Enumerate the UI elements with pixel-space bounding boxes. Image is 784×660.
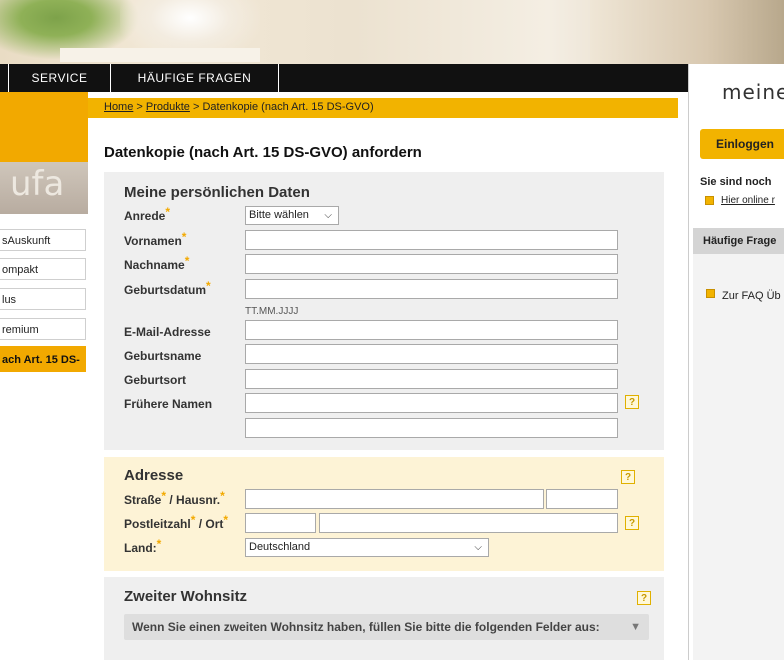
land-label: Land:* xyxy=(124,537,162,555)
breadcrumb-current: Datenkopie (nach Art. 15 DS-GVO) xyxy=(202,101,374,113)
photo-desk xyxy=(60,48,260,62)
required-star: * xyxy=(156,537,162,551)
login-status-text: Sie sind noch xyxy=(700,176,772,188)
required-star: * xyxy=(181,230,187,244)
fruehere-namen-label: Frühere Namen xyxy=(124,397,213,411)
nav-item-haeufige-fragen[interactable]: HÄUFIGE FRAGEN xyxy=(111,64,279,92)
geburtsdatum-label: Geburtsdatum* xyxy=(124,279,211,297)
nachname-input[interactable] xyxy=(245,254,618,274)
help-icon[interactable]: ? xyxy=(621,470,635,484)
second-residence-title: Zweiter Wohnsitz xyxy=(124,588,248,605)
strasse-hausnr-label: Straße* / Hausnr.* xyxy=(124,489,225,507)
left-accent-bar xyxy=(0,92,88,162)
nachname-label: Nachname* xyxy=(124,254,190,272)
anrede-label: Anrede* xyxy=(124,205,171,223)
vorname-input[interactable] xyxy=(245,230,618,250)
second-residence-toggle[interactable]: Wenn Sie einen zweiten Wohnsitz haben, f… xyxy=(124,614,649,640)
breadcrumb-home[interactable]: Home xyxy=(104,101,133,113)
fruehere-namen-input-2[interactable] xyxy=(245,418,618,438)
sidebar-item-plus[interactable]: lus xyxy=(0,288,86,310)
chevron-down-icon: ⌵ xyxy=(324,210,332,221)
main-nav: SERVICE HÄUFIGE FRAGEN xyxy=(0,64,690,92)
breadcrumb-separator: > xyxy=(189,101,203,113)
plz-ort-label: Postleitzahl* / Ort* xyxy=(124,513,229,531)
geburtsort-input[interactable] xyxy=(245,369,618,389)
anrede-select[interactable]: Bitte wählen ⌵ xyxy=(245,206,339,225)
hausnr-input[interactable] xyxy=(546,489,618,509)
page-title: Datenkopie (nach Art. 15 DS-GVO) anforde… xyxy=(104,144,422,161)
geburtsname-label: Geburtsname xyxy=(124,349,202,363)
triangle-down-icon: ▼ xyxy=(630,621,641,633)
breadcrumb: Home > Produkte > Datenkopie (nach Art. … xyxy=(88,98,678,118)
strasse-input[interactable] xyxy=(245,489,544,509)
faq-header: Häufige Frage xyxy=(693,228,784,254)
fruehere-namen-input-1[interactable] xyxy=(245,393,618,413)
sidebar-logo-text: ufa xyxy=(10,164,65,204)
land-value: Deutschland xyxy=(249,541,311,553)
help-icon[interactable]: ? xyxy=(637,591,651,605)
plz-input[interactable] xyxy=(245,513,316,533)
address-section-title: Adresse xyxy=(124,467,184,484)
required-star: * xyxy=(161,489,167,503)
geburtsdatum-input[interactable] xyxy=(245,279,618,299)
required-star: * xyxy=(206,279,211,293)
required-star: * xyxy=(190,513,196,527)
geburtsdatum-hint: TT.MM.JJJJ xyxy=(245,306,299,317)
sidebar-item-datenkopie[interactable]: ach Art. 15 DS- xyxy=(0,346,86,372)
anrede-value: Bitte wählen xyxy=(249,209,309,221)
chevron-down-icon: ⌵ xyxy=(474,542,482,553)
email-input[interactable] xyxy=(245,320,618,340)
header-photo xyxy=(0,0,784,64)
nav-item-service[interactable]: SERVICE xyxy=(9,64,111,92)
required-star: * xyxy=(220,489,225,503)
sidebar-item-premium[interactable]: remium xyxy=(0,318,86,340)
geburtsort-label: Geburtsort xyxy=(124,373,187,387)
help-icon[interactable]: ? xyxy=(625,516,639,530)
required-star: * xyxy=(223,513,229,527)
vorname-label: Vornamen* xyxy=(124,230,187,248)
ort-input[interactable] xyxy=(319,513,618,533)
breadcrumb-products[interactable]: Produkte xyxy=(146,101,190,113)
second-residence-info: Wenn Sie einen zweiten Wohnsitz haben, f… xyxy=(132,620,600,634)
faq-link[interactable]: Zur FAQ Üb xyxy=(722,290,781,302)
arrow-bullet-icon xyxy=(706,289,715,298)
sidebar-item-auskunft[interactable]: sAuskunft xyxy=(0,229,86,251)
sidebar-logo-image: ufa xyxy=(0,162,88,214)
land-select[interactable]: Deutschland ⌵ xyxy=(245,538,489,557)
login-button[interactable]: Einloggen xyxy=(700,129,784,159)
personal-section-title: Meine persönlichen Daten xyxy=(124,184,310,201)
help-icon[interactable]: ? xyxy=(625,395,639,409)
faq-panel xyxy=(693,254,784,660)
required-star: * xyxy=(165,205,171,219)
meine-heading: meine xyxy=(722,80,784,104)
register-online-link[interactable]: Hier online r xyxy=(721,195,775,206)
photo-right xyxy=(590,0,784,64)
arrow-bullet-icon xyxy=(705,196,714,205)
required-star: * xyxy=(184,254,190,268)
geburtsname-input[interactable] xyxy=(245,344,618,364)
sidebar-item-kompakt[interactable]: ompakt xyxy=(0,258,86,280)
breadcrumb-separator: > xyxy=(133,101,146,113)
email-label: E-Mail-Adresse xyxy=(124,325,211,339)
